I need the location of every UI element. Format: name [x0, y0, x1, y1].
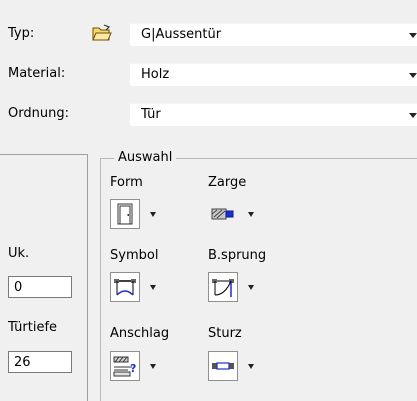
uk-input[interactable]: 0: [8, 276, 72, 298]
typ-combo[interactable]: G|Aussentür: [130, 23, 417, 46]
material-label: Material:: [8, 66, 66, 81]
typ-label: Typ:: [8, 26, 35, 41]
svg-text:?: ?: [130, 362, 136, 375]
zarge-dropdown[interactable]: [208, 199, 262, 229]
material-value: Holz: [141, 67, 170, 82]
door-form-icon: [110, 199, 140, 229]
uk-label: Uk.: [8, 246, 30, 261]
anschlag-dropdown[interactable]: ?: [110, 351, 164, 381]
lintel-icon: [208, 351, 238, 381]
bsprung-dropdown[interactable]: [208, 272, 262, 302]
ordnung-value: Tür: [141, 107, 161, 122]
form-dropdown[interactable]: [110, 199, 164, 229]
material-combo[interactable]: Holz: [130, 63, 417, 86]
symbol-label: Symbol: [110, 248, 159, 263]
chevron-down-icon[interactable]: [409, 113, 417, 118]
ordnung-label: Ordnung:: [8, 106, 69, 121]
chevron-down-icon[interactable]: [409, 33, 417, 38]
frame-icon: [208, 199, 238, 229]
folder-open-icon[interactable]: [92, 24, 112, 42]
uk-value: 0: [14, 280, 23, 295]
chevron-down-icon: [248, 212, 254, 217]
chevron-down-icon: [248, 364, 254, 369]
door-jump-icon: [208, 272, 238, 302]
zarge-label: Zarge: [208, 175, 247, 190]
form-label: Form: [110, 175, 143, 190]
door-swing-symbol-icon: [110, 272, 140, 302]
symbol-dropdown[interactable]: [110, 272, 164, 302]
bsprung-label: B.sprung: [208, 248, 267, 263]
anschlag-label: Anschlag: [110, 326, 170, 341]
stop-unknown-icon: ?: [110, 351, 140, 381]
chevron-down-icon: [150, 364, 156, 369]
tuertiefe-label: Türtiefe: [8, 320, 58, 335]
chevron-down-icon[interactable]: [409, 73, 417, 78]
chevron-down-icon: [248, 285, 254, 290]
auswahl-title: Auswahl: [114, 150, 177, 166]
chevron-down-icon: [150, 212, 156, 217]
sturz-label: Sturz: [208, 326, 242, 341]
chevron-down-icon: [150, 285, 156, 290]
sturz-dropdown[interactable]: [208, 351, 262, 381]
tuertiefe-input[interactable]: 26: [8, 351, 72, 373]
ordnung-combo[interactable]: Tür: [130, 103, 417, 126]
typ-value: G|Aussentür: [141, 27, 222, 42]
tuertiefe-value: 26: [14, 355, 31, 370]
